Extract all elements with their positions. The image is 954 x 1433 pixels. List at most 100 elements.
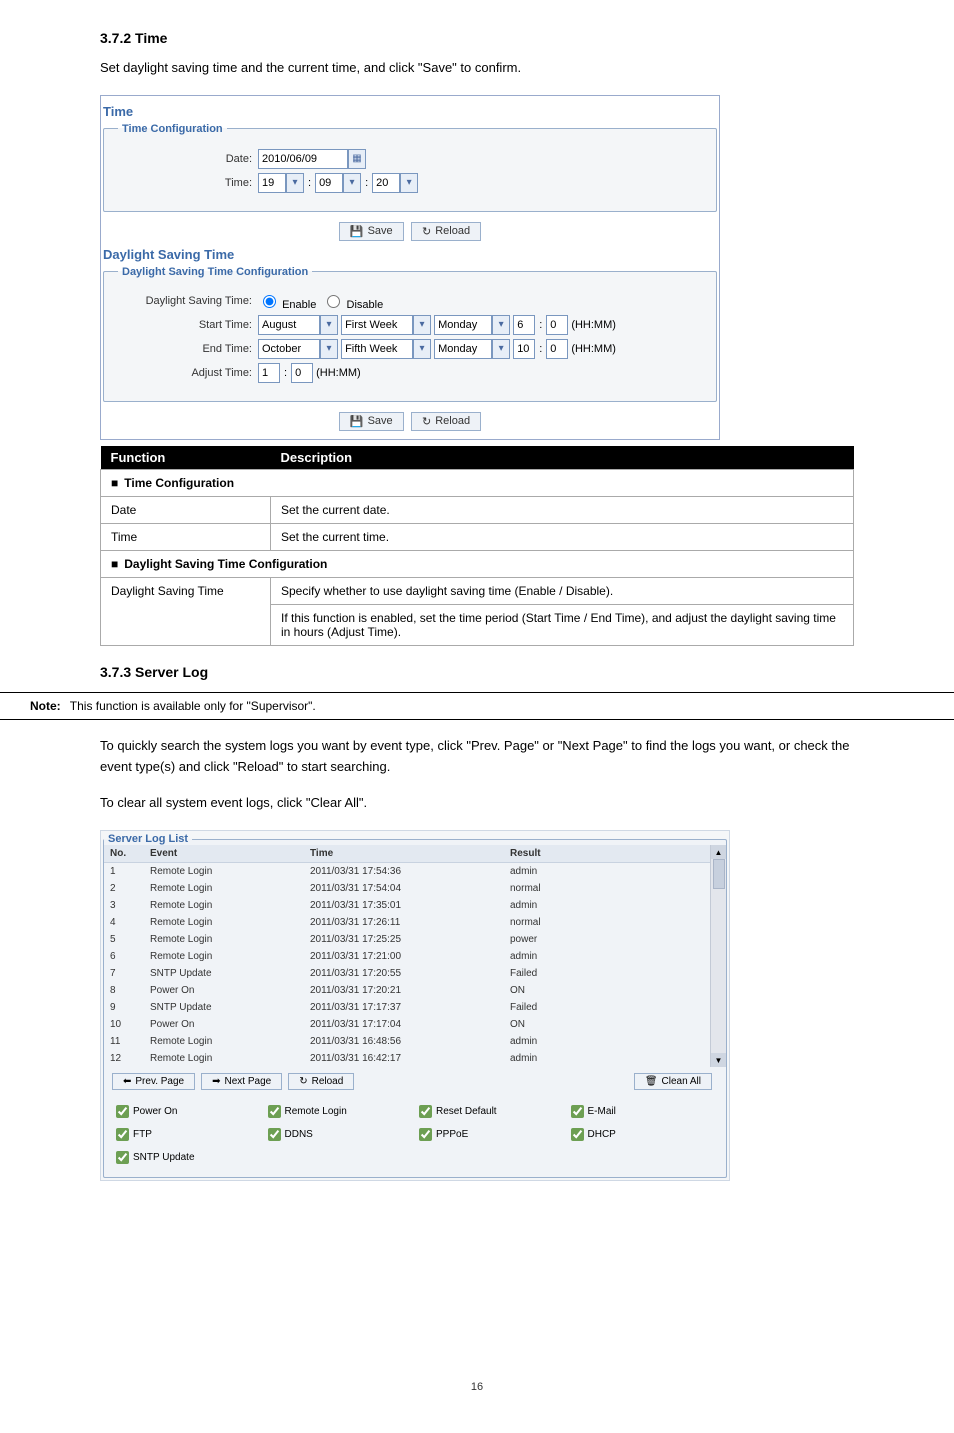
prev-page-button[interactable]: ⬅Prev. Page xyxy=(112,1073,195,1090)
colon-2: : xyxy=(365,177,368,189)
time-config-legend: Time Configuration xyxy=(118,123,227,135)
time-intro: Set daylight saving time and the current… xyxy=(100,58,854,79)
scroll-thumb[interactable] xyxy=(713,859,725,889)
end-mm[interactable] xyxy=(546,339,568,359)
log-cell-time: 2011/03/31 17:35:01 xyxy=(304,897,504,914)
next-page-button[interactable]: ➡Next Page xyxy=(201,1073,282,1090)
chk-dhcp[interactable]: DHCP xyxy=(567,1125,719,1144)
end-hh[interactable] xyxy=(513,339,535,359)
log-cell-event: Remote Login xyxy=(144,1033,304,1050)
dst-fieldset: Daylight Saving Time Configuration Dayli… xyxy=(103,266,717,402)
log-cell-no: 12 xyxy=(104,1050,144,1067)
table-row: 4Remote Login2011/03/31 17:26:11normal xyxy=(104,914,726,931)
reload-icon-2: ↻ xyxy=(422,415,431,428)
heading-time: 3.7.2 Time xyxy=(100,30,854,46)
start-day-dd-icon[interactable]: ▾ xyxy=(492,315,510,335)
time-save-button[interactable]: 💾Save xyxy=(339,222,404,241)
clean-all-button[interactable]: 🗑Clean All xyxy=(634,1073,712,1090)
end-month-dd-icon[interactable]: ▾ xyxy=(320,339,338,359)
chk-reset-default[interactable]: Reset Default xyxy=(415,1102,567,1121)
chk-pppoe[interactable]: PPPoE xyxy=(415,1125,567,1144)
date-input[interactable] xyxy=(258,149,348,169)
log-cell-event: Remote Login xyxy=(144,880,304,897)
section-time-config: ■Time Configuration xyxy=(101,469,854,496)
time-panel-title: Time xyxy=(103,104,717,119)
colon-1: : xyxy=(308,177,311,189)
log-cell-time: 2011/03/31 17:54:36 xyxy=(304,863,504,881)
log-cell-time: 2011/03/31 17:17:37 xyxy=(304,999,504,1016)
chk-sntp[interactable]: SNTP Update xyxy=(112,1148,264,1167)
reload-label: Reload xyxy=(435,225,470,237)
log-cell-no: 3 xyxy=(104,897,144,914)
log-cell-time: 2011/03/31 16:48:56 xyxy=(304,1033,504,1050)
start-week[interactable] xyxy=(341,315,413,335)
ss-dropdown-icon[interactable]: ▾ xyxy=(400,173,418,193)
reload-label-2: Reload xyxy=(435,415,470,427)
calendar-icon[interactable]: ▦ xyxy=(348,149,366,169)
time-ss[interactable] xyxy=(372,173,400,193)
dst-enable-radio[interactable]: Enable xyxy=(258,292,316,311)
start-mm[interactable] xyxy=(546,315,568,335)
time-label: Time: xyxy=(118,177,258,189)
start-week-dd-icon[interactable]: ▾ xyxy=(413,315,431,335)
hh-dropdown-icon[interactable]: ▾ xyxy=(286,173,304,193)
dst-disable-radio[interactable]: Disable xyxy=(322,292,383,311)
log-cell-result: ON xyxy=(504,1016,726,1033)
chk-email[interactable]: E-Mail xyxy=(567,1102,719,1121)
end-hhmm: (HH:MM) xyxy=(571,343,616,355)
log-cell-time: 2011/03/31 17:26:11 xyxy=(304,914,504,931)
chk-ddns[interactable]: DDNS xyxy=(264,1125,416,1144)
log-button-row: ⬅Prev. Page ➡Next Page ↻Reload 🗑Clean Al… xyxy=(104,1067,726,1096)
table-row: 3Remote Login2011/03/31 17:35:01admin xyxy=(104,897,726,914)
log-cell-no: 5 xyxy=(104,931,144,948)
end-week-dd-icon[interactable]: ▾ xyxy=(413,339,431,359)
chk-ftp[interactable]: FTP xyxy=(112,1125,264,1144)
log-cell-no: 6 xyxy=(104,948,144,965)
scroll-down-icon[interactable]: ▼ xyxy=(711,1053,726,1067)
chk-power-on[interactable]: Power On xyxy=(112,1102,264,1121)
end-day[interactable] xyxy=(434,339,492,359)
serverlog-p2: To clear all system event logs, click "C… xyxy=(100,793,854,814)
log-cell-time: 2011/03/31 17:21:00 xyxy=(304,948,504,965)
cell-time-desc: Set the current time. xyxy=(271,523,854,550)
end-day-dd-icon[interactable]: ▾ xyxy=(492,339,510,359)
table-row: 10Power On2011/03/31 17:17:04ON xyxy=(104,1016,726,1033)
log-scrollbar[interactable]: ▲ ▼ xyxy=(710,845,726,1067)
section-dst: ■Daylight Saving Time Configuration xyxy=(101,550,854,577)
start-hh[interactable] xyxy=(513,315,535,335)
log-reload-button[interactable]: ↻Reload xyxy=(288,1073,354,1090)
reload-icon-3: ↻ xyxy=(299,1076,307,1087)
log-cell-result: admin xyxy=(504,863,726,881)
chk-remote-login[interactable]: Remote Login xyxy=(264,1102,416,1121)
mm-dropdown-icon[interactable]: ▾ xyxy=(343,173,361,193)
table-row: 5Remote Login2011/03/31 17:25:25power xyxy=(104,931,726,948)
log-cell-result: Failed xyxy=(504,965,726,982)
dst-reload-button[interactable]: ↻ Reload xyxy=(411,412,481,431)
start-month[interactable] xyxy=(258,315,320,335)
start-month-dd-icon[interactable]: ▾ xyxy=(320,315,338,335)
table-row: 1Remote Login2011/03/31 17:54:36admin xyxy=(104,863,726,881)
log-cell-no: 8 xyxy=(104,982,144,999)
adj-hh[interactable] xyxy=(258,363,280,383)
end-month[interactable] xyxy=(258,339,320,359)
time-reload-button[interactable]: ↻Reload xyxy=(411,222,481,241)
scroll-up-icon[interactable]: ▲ xyxy=(711,845,726,859)
clean-icon: 🗑 xyxy=(645,1076,658,1087)
table-row: 8Power On2011/03/31 17:20:21ON xyxy=(104,982,726,999)
save-label-2: Save xyxy=(368,415,393,427)
adj-hhmm: (HH:MM) xyxy=(316,367,361,379)
start-day[interactable] xyxy=(434,315,492,335)
adjust-time-label: Adjust Time: xyxy=(118,367,258,379)
time-buttons-row: 💾Save ↻Reload xyxy=(103,222,717,241)
dst-save-button[interactable]: 💾Save xyxy=(339,412,404,431)
cell-dst-desc1: Specify whether to use daylight saving t… xyxy=(271,577,854,604)
log-cell-time: 2011/03/31 17:54:04 xyxy=(304,880,504,897)
dst-legend: Daylight Saving Time Configuration xyxy=(118,266,312,278)
time-hh[interactable] xyxy=(258,173,286,193)
col-time: Time xyxy=(304,845,504,863)
end-week[interactable] xyxy=(341,339,413,359)
adj-mm[interactable] xyxy=(291,363,313,383)
time-mm[interactable] xyxy=(315,173,343,193)
log-cell-event: SNTP Update xyxy=(144,965,304,982)
serverlog-p1: To quickly search the system logs you wa… xyxy=(100,736,854,778)
